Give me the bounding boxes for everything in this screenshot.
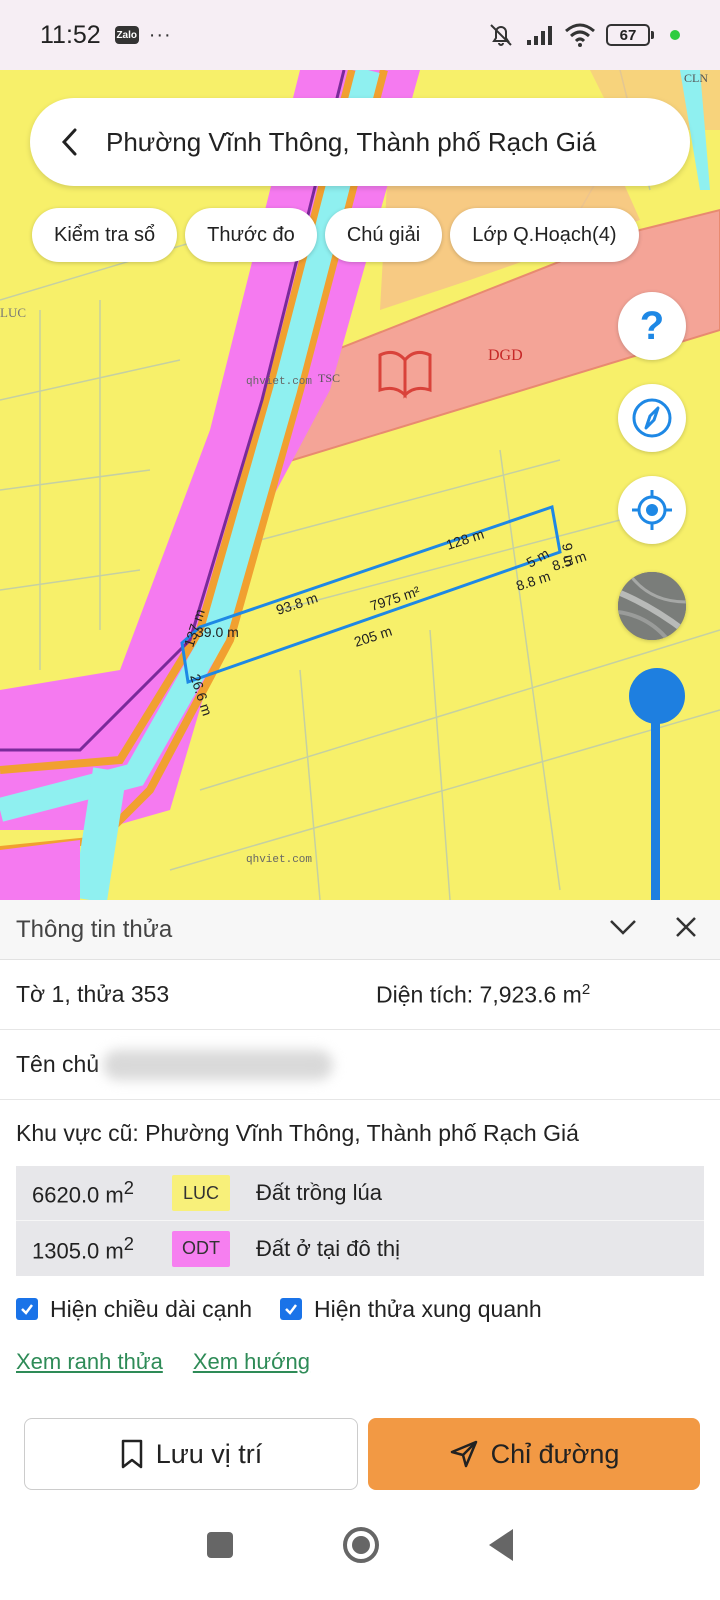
edge-length-label: 39.0 m — [196, 624, 239, 640]
old-area-text: Khu vực cũ: Phường Vĩnh Thông, Thành phố… — [16, 1119, 579, 1146]
location-title[interactable]: Phường Vĩnh Thông, Thành phố Rạch Giá — [106, 127, 596, 158]
battery-icon: 67 — [606, 24, 654, 46]
battery-level: 67 — [606, 24, 650, 46]
directions-button[interactable]: Chỉ đường — [368, 1418, 700, 1490]
system-navigation-bar — [0, 1490, 720, 1600]
map-zone-label: LUC — [0, 305, 26, 320]
status-indicators: 67 — [486, 22, 680, 48]
bookmark-icon — [121, 1439, 142, 1469]
land-use-row: 6620.0 m2 LUC Đất trồng lúa — [16, 1166, 704, 1221]
land-use-row: 1305.0 m2 ODT Đất ở tại đô thị — [16, 1221, 704, 1276]
status-bar: 11:52 Zalo ··· 67 — [0, 0, 720, 70]
parcel-area: Diện tích: 7,923.6 m2 — [376, 980, 591, 1008]
owner-label: Tên chủ — [16, 1051, 100, 1077]
map-zone-label: TSC — [318, 371, 340, 385]
show-neighbors-checkbox[interactable]: Hiện thửa xung quanh — [280, 1296, 542, 1323]
save-location-button[interactable]: Lưu vị trí — [24, 1418, 358, 1490]
land-use-description: Đất trồng lúa — [256, 1180, 382, 1205]
panel-title: Thông tin thửa — [16, 915, 173, 943]
show-edge-length-checkbox[interactable]: Hiện chiều dài cạnh — [16, 1296, 252, 1323]
edge-length-label: 8.8 m — [514, 568, 552, 594]
land-use-table: 6620.0 m2 LUC Đất trồng lúa 1305.0 m2 OD… — [16, 1166, 704, 1276]
more-notifications-icon: ··· — [148, 23, 172, 46]
bell-off-icon — [486, 22, 516, 48]
zalo-icon: Zalo — [114, 26, 139, 44]
wifi-icon — [564, 23, 596, 47]
land-use-area: 6620.0 m2 — [32, 1177, 134, 1208]
signal-icon — [526, 24, 554, 46]
crosshair-icon — [632, 490, 672, 530]
recent-apps-icon[interactable] — [207, 1532, 233, 1558]
status-time: 11:52 — [40, 20, 101, 49]
map-watermark: qhviet.com — [246, 376, 312, 388]
map-view[interactable]: DGD LUC TSC CLN qhviet.com qhviet.com 12… — [0, 70, 720, 900]
satellite-layer-button[interactable] — [618, 572, 686, 640]
chip-check-book[interactable]: Kiểm tra sổ — [32, 208, 178, 262]
map-zone-label: CLN — [684, 71, 708, 85]
land-use-area: 1305.0 m2 — [32, 1232, 134, 1264]
edge-length-label: 5 m — [524, 545, 552, 571]
my-location-button[interactable] — [618, 476, 686, 544]
action-buttons: Lưu vị trí Chỉ đường — [24, 1418, 700, 1490]
show-neighbors-label[interactable]: Hiện thửa xung quanh — [314, 1296, 542, 1323]
location-search-bar[interactable]: Phường Vĩnh Thông, Thành phố Rạch Giá — [30, 98, 690, 186]
land-use-code-badge: ODT — [172, 1230, 230, 1267]
display-options: Hiện chiều dài cạnh Hiện thửa xung quanh — [0, 1276, 720, 1342]
help-icon: ? — [639, 303, 665, 348]
compass-button[interactable] — [618, 384, 686, 452]
directions-label[interactable]: Chỉ đường — [491, 1439, 620, 1470]
old-area-row: Khu vực cũ: Phường Vĩnh Thông, Thành phố… — [0, 1100, 720, 1166]
checkbox-checked-icon[interactable] — [280, 1298, 303, 1320]
help-button[interactable]: ? — [618, 292, 686, 360]
owner-row: Tên chủ — [0, 1030, 720, 1100]
owner-name-redacted — [103, 1049, 334, 1080]
map-tool-chips: Kiểm tra sổ Thước đo Chú giải Lớp Q.Hoạc… — [32, 208, 639, 262]
chevron-down-icon[interactable] — [608, 917, 638, 942]
privacy-indicator-icon — [670, 30, 680, 40]
view-direction-link[interactable]: Xem hướng — [193, 1349, 310, 1375]
panel-header: Thông tin thửa — [0, 900, 720, 960]
parcel-summary-row: Tờ 1, thửa 353 Diện tích: 7,923.6 m2 — [0, 960, 720, 1030]
save-location-label[interactable]: Lưu vị trí — [156, 1439, 263, 1470]
edge-length-label: 205 m — [352, 623, 394, 650]
chip-planning-layers[interactable]: Lớp Q.Hoạch(4) — [450, 208, 639, 262]
checkbox-checked-icon[interactable] — [16, 1298, 38, 1320]
parcel-id: Tờ 1, thửa 353 — [16, 981, 170, 1007]
map-watermark: qhviet.com — [246, 854, 312, 866]
back-triangle-icon[interactable] — [489, 1529, 513, 1561]
land-use-description: Đất ở tại đô thị — [256, 1235, 401, 1261]
chip-legend[interactable]: Chú giải — [324, 208, 443, 262]
view-boundary-link[interactable]: Xem ranh thửa — [16, 1349, 163, 1375]
land-use-code-badge: LUC — [172, 1175, 230, 1211]
edge-length-label: 128 m — [444, 526, 486, 553]
chip-ruler[interactable]: Thước đo — [185, 208, 317, 262]
back-arrow-icon[interactable] — [40, 98, 100, 186]
opacity-slider-handle[interactable] — [629, 668, 685, 724]
map-zone-label: DGD — [488, 347, 523, 364]
map-canvas[interactable]: DGD LUC TSC CLN qhviet.com qhviet.com 12… — [0, 70, 720, 900]
close-icon[interactable] — [674, 915, 698, 944]
satellite-thumbnail-icon — [618, 572, 686, 640]
send-arrow-icon — [450, 1440, 477, 1468]
compass-icon — [632, 398, 672, 438]
home-icon[interactable] — [343, 1527, 379, 1563]
show-edge-length-label[interactable]: Hiện chiều dài cạnh — [50, 1296, 252, 1323]
panel-links: Xem ranh thửa Xem hướng — [0, 1342, 720, 1382]
